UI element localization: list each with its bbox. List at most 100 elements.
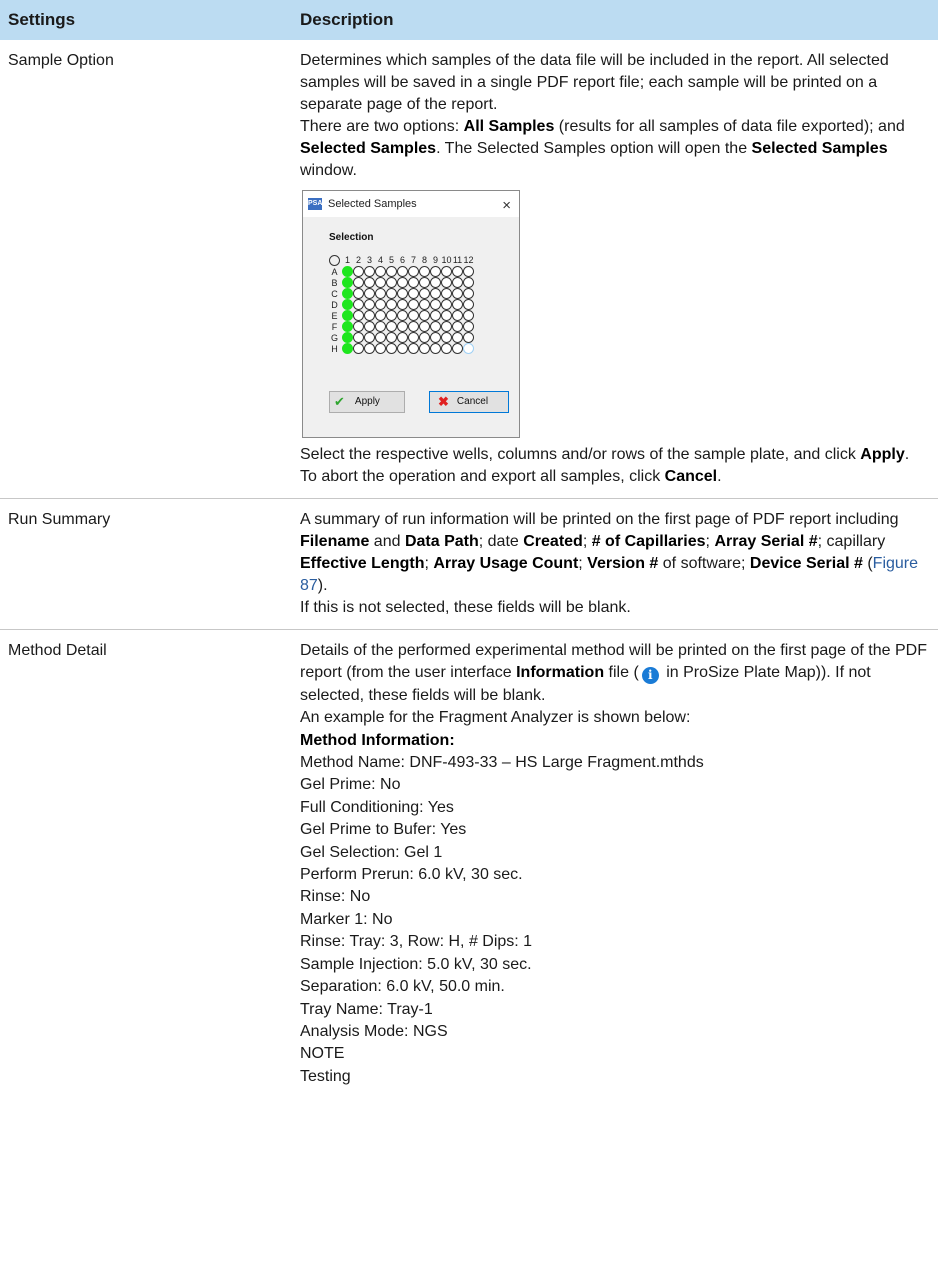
plate-well[interactable] — [397, 288, 408, 299]
plate-well[interactable] — [419, 288, 430, 299]
plate-well[interactable] — [342, 321, 353, 332]
plate-well[interactable] — [408, 343, 419, 354]
plate-well[interactable] — [452, 277, 463, 288]
plate-well[interactable] — [430, 321, 441, 332]
plate-well[interactable] — [353, 277, 364, 288]
plate-well[interactable] — [419, 321, 430, 332]
plate-well[interactable] — [353, 343, 364, 354]
plate-well[interactable] — [342, 288, 353, 299]
apply-button[interactable]: ✔ Apply — [329, 391, 405, 413]
close-icon[interactable]: × — [502, 195, 511, 217]
plate-well[interactable] — [452, 266, 463, 277]
plate-well[interactable] — [441, 288, 452, 299]
plate-well[interactable] — [441, 299, 452, 310]
plate-well[interactable] — [419, 310, 430, 321]
plate-well[interactable] — [375, 310, 386, 321]
plate-well[interactable] — [408, 321, 419, 332]
plate-well[interactable] — [375, 299, 386, 310]
plate-well[interactable] — [386, 343, 397, 354]
plate-well[interactable] — [397, 332, 408, 343]
plate-well[interactable] — [342, 277, 353, 288]
plate-well[interactable] — [463, 288, 474, 299]
plate-well[interactable] — [419, 266, 430, 277]
plate-well[interactable] — [342, 266, 353, 277]
plate-well[interactable] — [397, 299, 408, 310]
plate-well[interactable] — [397, 277, 408, 288]
plate-well[interactable] — [452, 299, 463, 310]
plate-well[interactable] — [386, 310, 397, 321]
plate-well[interactable] — [364, 288, 375, 299]
plate-well[interactable] — [342, 332, 353, 343]
plate-well[interactable] — [386, 299, 397, 310]
plate-well[interactable] — [397, 266, 408, 277]
plate-well[interactable] — [430, 288, 441, 299]
plate-well[interactable] — [364, 266, 375, 277]
plate-well[interactable] — [375, 266, 386, 277]
plate-well[interactable] — [386, 288, 397, 299]
plate-well[interactable] — [353, 299, 364, 310]
plate-well[interactable] — [408, 288, 419, 299]
plate-well[interactable] — [342, 310, 353, 321]
cancel-button[interactable]: ✖ Cancel — [429, 391, 509, 413]
plate-well[interactable] — [430, 332, 441, 343]
plate-well[interactable] — [441, 321, 452, 332]
plate-well[interactable] — [375, 288, 386, 299]
plate-well[interactable] — [397, 321, 408, 332]
plate-well[interactable] — [364, 299, 375, 310]
plate-well[interactable] — [364, 321, 375, 332]
plate-well[interactable] — [441, 310, 452, 321]
plate-well[interactable] — [452, 321, 463, 332]
plate-well[interactable] — [342, 299, 353, 310]
plate-well[interactable] — [419, 299, 430, 310]
plate-well[interactable] — [408, 299, 419, 310]
plate-well[interactable] — [463, 299, 474, 310]
plate-well[interactable] — [419, 332, 430, 343]
plate-well[interactable] — [441, 332, 452, 343]
plate-well[interactable] — [408, 266, 419, 277]
plate-well[interactable] — [441, 343, 452, 354]
plate-well[interactable] — [353, 321, 364, 332]
plate-well[interactable] — [386, 321, 397, 332]
plate-well[interactable] — [386, 266, 397, 277]
plate-well[interactable] — [386, 277, 397, 288]
plate-well[interactable] — [386, 332, 397, 343]
plate-well[interactable] — [375, 332, 386, 343]
plate-well[interactable] — [364, 310, 375, 321]
plate-well[interactable] — [375, 343, 386, 354]
plate-well[interactable] — [430, 310, 441, 321]
plate-well[interactable] — [408, 332, 419, 343]
plate-well[interactable] — [408, 310, 419, 321]
plate-well[interactable] — [353, 332, 364, 343]
plate-well[interactable] — [419, 343, 430, 354]
plate-well[interactable] — [397, 310, 408, 321]
plate-well[interactable] — [463, 332, 474, 343]
plate-well[interactable] — [353, 288, 364, 299]
plate-well[interactable] — [364, 332, 375, 343]
plate-well[interactable] — [452, 343, 463, 354]
plate-well[interactable] — [353, 310, 364, 321]
plate-well[interactable] — [430, 343, 441, 354]
plate-well[interactable] — [463, 310, 474, 321]
plate-well[interactable] — [441, 266, 452, 277]
plate-well[interactable] — [364, 343, 375, 354]
plate-well[interactable] — [353, 266, 364, 277]
plate-well[interactable] — [463, 266, 474, 277]
plate-well[interactable] — [452, 288, 463, 299]
plate-well[interactable] — [430, 266, 441, 277]
plate-well[interactable] — [342, 343, 353, 354]
plate-well[interactable] — [441, 277, 452, 288]
plate-well[interactable] — [452, 332, 463, 343]
plate-well[interactable] — [397, 343, 408, 354]
plate-well[interactable] — [430, 277, 441, 288]
plate-well[interactable] — [430, 299, 441, 310]
plate-well[interactable] — [463, 343, 474, 354]
plate-well[interactable] — [408, 277, 419, 288]
plate-well[interactable] — [375, 277, 386, 288]
plate-well[interactable] — [419, 277, 430, 288]
plate-well[interactable] — [463, 321, 474, 332]
plate-well[interactable] — [375, 321, 386, 332]
row-label[interactable]: H — [329, 338, 340, 360]
plate-well[interactable] — [364, 277, 375, 288]
plate-well[interactable] — [463, 277, 474, 288]
plate-well[interactable] — [452, 310, 463, 321]
